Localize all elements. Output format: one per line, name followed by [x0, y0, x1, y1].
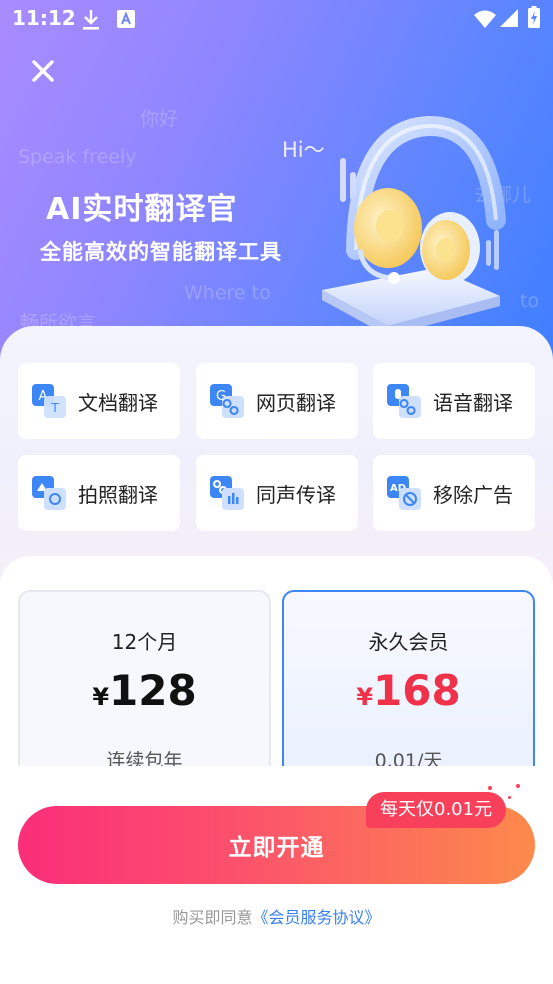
feature-label: 文档翻译	[78, 390, 158, 415]
feature-remove-ads[interactable]: AD 移除广告	[373, 455, 535, 531]
promo-badge: 每天仅0.01元	[366, 792, 507, 828]
status-bar: 11:12	[0, 0, 553, 40]
background-word: Where to	[184, 282, 271, 304]
wifi-icon	[474, 10, 496, 28]
sparkle-dot	[516, 784, 520, 788]
member-agreement-link[interactable]: 《会员服务协议》	[253, 908, 381, 927]
price-value: 168	[373, 666, 461, 715]
sparkle-dot	[508, 796, 511, 799]
plan-card-12-months[interactable]: 12个月 ¥128 连续包年	[18, 590, 271, 790]
feature-simultaneous-interpret[interactable]: 同声传译	[196, 455, 358, 531]
battery-icon	[528, 6, 540, 28]
a-icon	[117, 10, 135, 28]
download-icon	[83, 10, 99, 30]
voice-translate-icon	[387, 384, 421, 418]
background-word: 你好	[140, 108, 179, 130]
plan-name: 12个月	[111, 630, 178, 654]
feature-label: 拍照翻译	[78, 482, 158, 507]
hero-title: AI实时翻译官	[46, 192, 238, 227]
feature-label: 同声传译	[256, 482, 336, 507]
plan-price: ¥168	[284, 666, 533, 715]
background-word: Speak freely	[18, 146, 137, 168]
signal-icon	[500, 9, 518, 27]
agreement-text: 购买即同意《会员服务协议》	[0, 904, 553, 928]
status-time: 11:12	[12, 6, 76, 30]
feature-document-translate[interactable]: A T 文档翻译	[18, 363, 180, 439]
price-value: 128	[109, 666, 197, 715]
headphone-illustration-icon	[322, 116, 506, 336]
feature-voice-translate[interactable]: 语音翻译	[373, 363, 535, 439]
feature-label: 网页翻译	[256, 390, 336, 415]
document-translate-icon: A T	[32, 384, 66, 418]
close-icon[interactable]	[26, 54, 60, 88]
plan-card-lifetime[interactable]: 永久会员 ¥168 0.01/天	[282, 590, 535, 790]
photo-translate-icon	[32, 476, 66, 510]
svg-text:T: T	[50, 401, 59, 415]
sparkle-dot	[488, 786, 492, 790]
agreement-prefix: 购买即同意	[172, 908, 253, 927]
feature-label: 语音翻译	[433, 390, 513, 415]
hero-subtitle: 全能高效的智能翻译工具	[40, 240, 282, 264]
feature-photo-translate[interactable]: 拍照翻译	[18, 455, 180, 531]
plan-price: ¥128	[20, 666, 269, 715]
remove-ads-icon: AD	[387, 476, 421, 510]
feature-label: 移除广告	[433, 482, 513, 507]
currency-symbol: ¥	[356, 683, 374, 711]
plan-name: 永久会员	[368, 630, 449, 654]
simultaneous-interpret-icon	[210, 476, 244, 510]
webpage-translate-icon: G	[210, 384, 244, 418]
currency-symbol: ¥	[92, 683, 110, 711]
feature-webpage-translate[interactable]: G 网页翻译	[196, 363, 358, 439]
